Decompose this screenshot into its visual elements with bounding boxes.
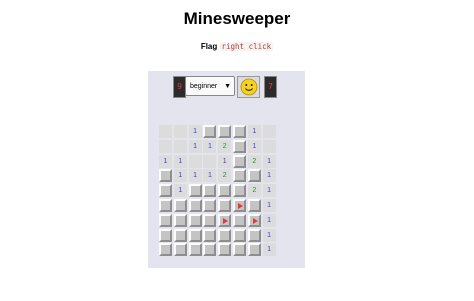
flag-icon xyxy=(252,217,258,224)
number-cell[interactable]: 1 xyxy=(218,154,232,168)
hidden-cell[interactable] xyxy=(233,184,246,198)
hidden-cell[interactable] xyxy=(173,199,187,212)
hidden-cell[interactable] xyxy=(173,213,187,227)
hidden-cell[interactable] xyxy=(203,213,217,227)
flag-icon xyxy=(223,217,229,224)
hidden-cell[interactable] xyxy=(218,125,232,138)
hidden-cell[interactable] xyxy=(233,169,246,183)
number-cell[interactable]: 1 xyxy=(262,154,276,168)
number-cell[interactable]: 1 xyxy=(188,125,202,138)
reset-button[interactable] xyxy=(237,76,260,98)
page-title: Minesweeper xyxy=(183,9,291,28)
hidden-cell[interactable] xyxy=(159,199,172,212)
flag-hint: Flag right click xyxy=(0,42,474,51)
hidden-cell[interactable] xyxy=(203,199,217,212)
hint-label: Flag xyxy=(200,42,218,51)
hidden-cell[interactable] xyxy=(159,228,172,242)
number-cell[interactable]: 2 xyxy=(247,154,261,168)
hidden-cell[interactable] xyxy=(159,169,172,183)
hidden-cell[interactable] xyxy=(233,228,246,242)
number-cell[interactable]: 1 xyxy=(262,243,276,257)
hidden-cell[interactable] xyxy=(233,213,246,227)
number-cell[interactable]: 1 xyxy=(188,139,202,153)
hidden-cell[interactable] xyxy=(247,199,261,212)
revealed-cell[interactable] xyxy=(203,154,217,168)
hidden-cell[interactable] xyxy=(218,184,232,198)
hint-code: right click xyxy=(219,42,274,51)
hidden-cell[interactable] xyxy=(159,213,172,227)
number-cell[interactable]: 1 xyxy=(173,184,187,198)
hidden-cell[interactable] xyxy=(159,184,172,198)
hidden-cell[interactable] xyxy=(203,228,217,242)
hidden-cell[interactable] xyxy=(233,243,246,257)
hidden-cell[interactable] xyxy=(159,243,172,257)
hidden-cell[interactable] xyxy=(173,243,187,257)
hidden-cell[interactable] xyxy=(203,125,217,138)
hidden-cell[interactable] xyxy=(188,184,202,198)
hidden-cell[interactable] xyxy=(218,243,232,257)
number-cell[interactable]: 2 xyxy=(218,169,232,183)
number-cell[interactable]: 1 xyxy=(262,169,276,183)
hidden-cell[interactable] xyxy=(203,184,217,198)
revealed-cell[interactable] xyxy=(159,125,172,138)
number-cell[interactable]: 1 xyxy=(188,169,202,183)
difficulty-select[interactable]: beginner ▼ xyxy=(185,76,235,96)
hidden-cell[interactable] xyxy=(247,228,261,242)
hidden-cell[interactable] xyxy=(188,243,202,257)
number-cell[interactable]: 1 xyxy=(262,184,276,198)
hidden-cell[interactable] xyxy=(173,228,187,242)
flagged-cell[interactable] xyxy=(218,213,232,227)
revealed-cell[interactable] xyxy=(159,139,172,153)
hidden-cell[interactable] xyxy=(233,125,246,138)
hidden-cell[interactable] xyxy=(233,139,246,153)
number-cell[interactable]: 1 xyxy=(203,169,217,183)
revealed-cell[interactable] xyxy=(262,125,276,138)
hidden-cell[interactable] xyxy=(247,243,261,257)
flagged-cell[interactable] xyxy=(233,199,246,212)
hidden-cell[interactable] xyxy=(218,199,232,212)
number-cell[interactable]: 1 xyxy=(262,199,276,212)
number-cell[interactable]: 1 xyxy=(173,154,187,168)
chevron-down-icon: ▼ xyxy=(224,83,231,90)
hidden-cell[interactable] xyxy=(233,154,246,168)
hidden-cell[interactable] xyxy=(203,243,217,257)
flagged-cell[interactable] xyxy=(247,213,261,227)
number-cell[interactable]: 1 xyxy=(262,228,276,242)
number-cell[interactable]: 1 xyxy=(159,154,172,168)
flag-icon xyxy=(238,203,243,209)
number-cell[interactable]: 2 xyxy=(247,184,261,198)
timer-counter: 7 xyxy=(264,76,277,98)
number-cell[interactable]: 1 xyxy=(247,139,261,153)
difficulty-value: beginner xyxy=(190,83,218,90)
hidden-cell[interactable] xyxy=(247,169,261,183)
revealed-cell[interactable] xyxy=(173,125,187,138)
hidden-cell[interactable] xyxy=(188,213,202,227)
hidden-cell[interactable] xyxy=(218,228,232,242)
number-cell[interactable]: 1 xyxy=(247,125,261,138)
hidden-cell[interactable] xyxy=(188,199,202,212)
hidden-cell[interactable] xyxy=(188,228,202,242)
game-panel: 9 beginner ▼ 7 11112111121111211211111 xyxy=(148,71,305,268)
revealed-cell[interactable] xyxy=(188,154,202,168)
number-cell[interactable]: 2 xyxy=(218,139,232,153)
number-cell[interactable]: 1 xyxy=(173,169,187,183)
smiley-icon xyxy=(240,78,257,96)
revealed-cell[interactable] xyxy=(262,139,276,153)
number-cell[interactable]: 1 xyxy=(203,139,217,153)
number-cell[interactable]: 1 xyxy=(262,213,276,227)
revealed-cell[interactable] xyxy=(173,139,187,153)
